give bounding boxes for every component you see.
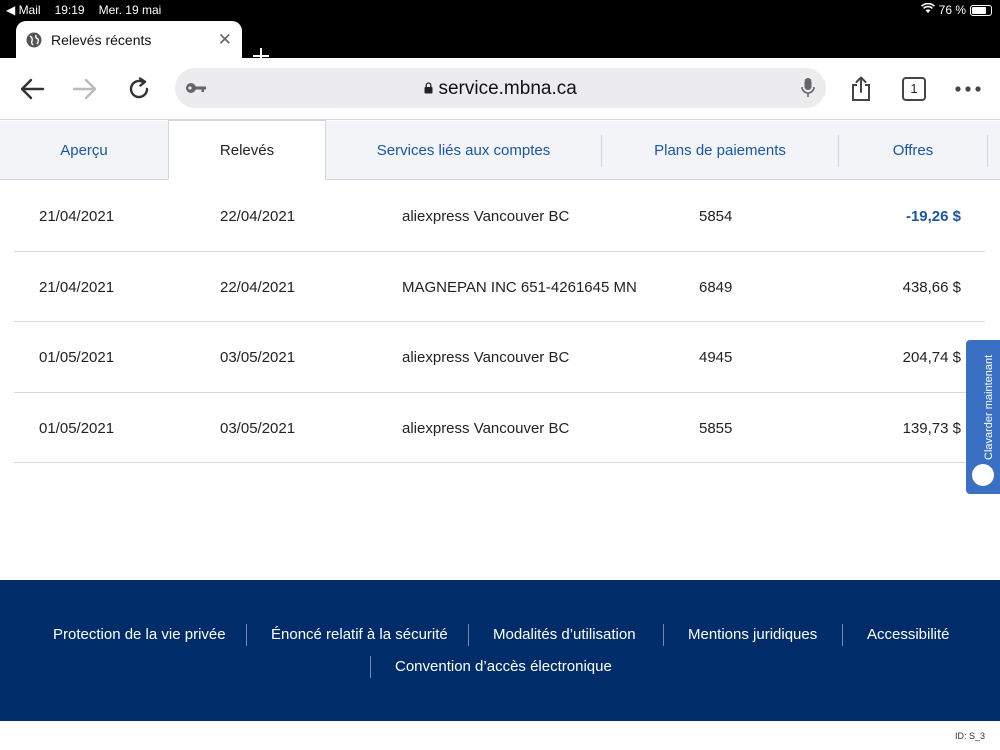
posting-date: 22/04/2021 [220,208,296,225]
table-row[interactable]: 21/04/2021 22/04/2021 MAGNEPAN INC 651-4… [14,252,985,322]
footer-link-security[interactable]: Énoncé relatif à la sécurité [271,626,448,643]
transaction-amount: -19,26 $ [905,208,961,225]
status-date: Mer. 19 mai [98,3,162,17]
transaction-description: aliexpress Vancouver BC [402,349,570,366]
url-display[interactable]: service.mbna.ca [175,78,826,100]
url-text: service.mbna.ca [438,78,577,99]
table-row[interactable]: 01/05/2021 03/05/2021 aliexpress Vancouv… [14,322,985,393]
footer-divider [663,624,664,646]
footer-link-accessibility[interactable]: Accessibilité [867,626,950,643]
tab-offres[interactable]: Offres [839,121,987,180]
site-navigation: Aperçu Relevés Services liés aux comptes… [0,120,1000,180]
transaction-reference: 5854 [699,208,733,225]
browser-tab[interactable]: Relevés récents ✕ [16,21,242,58]
transaction-description: aliexpress Vancouver BC [402,419,570,437]
footer-divider [468,624,469,646]
chat-now-label: Clavarder maintenant [983,354,995,460]
back-to-app-link[interactable]: ◀ Mail [6,3,41,17]
transaction-reference: 5855 [699,419,733,437]
tab-apercu[interactable]: Aperçu [0,121,168,180]
nav-divider [987,135,988,167]
transaction-reference: 4945 [699,349,733,366]
transaction-date: 01/05/2021 [39,419,115,437]
close-tab-icon[interactable]: ✕ [218,30,232,50]
wifi-icon [920,2,935,17]
tab-services-lies-aux-comptes[interactable]: Services liés aux comptes [326,121,601,180]
back-arrow-icon[interactable] [17,75,47,103]
browser-tab-title: Relevés récents [51,31,152,48]
footer-link-electronic-access[interactable]: Convention d’accès électronique [395,658,612,675]
address-bar[interactable]: service.mbna.ca [175,68,826,108]
transaction-reference: 6849 [699,278,733,296]
posting-date: 03/05/2021 [220,349,296,366]
tabs-overview-button[interactable]: 1 [902,77,926,101]
microphone-icon[interactable] [800,77,816,104]
footer-divider [246,624,247,646]
tab-plans-de-paiements[interactable]: Plans de paiements [602,121,838,180]
tab-releves[interactable]: Relevés [168,120,326,180]
posting-date: 22/04/2021 [220,278,296,296]
table-row[interactable]: 21/04/2021 22/04/2021 aliexpress Vancouv… [14,181,985,252]
transaction-amount: 438,66 $ [902,278,961,296]
status-bar: ◀ Mail 19:19 Mer. 19 mai 76 % [0,0,1000,20]
chat-bubble-icon [972,464,994,486]
footer-divider [842,624,843,646]
transaction-date: 21/04/2021 [39,278,115,296]
chat-now-button[interactable]: Clavarder maintenant [966,340,1000,494]
browser-toolbar: service.mbna.ca 1 [0,58,1000,120]
transaction-date: 21/04/2021 [39,208,115,225]
transaction-amount: 139,73 $ [902,419,961,437]
table-row[interactable]: 01/05/2021 03/05/2021 aliexpress Vancouv… [14,393,985,463]
footer-link-legal[interactable]: Mentions juridiques [688,626,817,643]
footer-link-terms[interactable]: Modalités d’utilisation [493,626,636,643]
footer-link-privacy[interactable]: Protection de la vie privée [53,626,226,643]
reload-icon[interactable] [124,75,154,103]
transaction-description: aliexpress Vancouver BC [402,208,570,225]
bottom-strip: ID: S_3 [0,721,1000,750]
site-footer: Protection de la vie privée Énoncé relat… [0,580,1000,721]
globe-icon [26,32,42,48]
page-id: ID: S_3 [954,731,985,741]
battery-percent: 76 % [938,3,966,17]
transaction-description: MAGNEPAN INC 651-4261645 MN [402,278,637,296]
status-time: 19:19 [54,3,85,17]
share-icon[interactable] [846,75,876,103]
transaction-date: 01/05/2021 [39,349,115,366]
transactions-table: 21/04/2021 22/04/2021 aliexpress Vancouv… [14,181,985,463]
forward-arrow-icon[interactable] [70,75,100,103]
footer-divider [370,656,371,678]
battery-icon [970,4,992,16]
posting-date: 03/05/2021 [220,419,296,437]
more-options-icon[interactable] [953,75,983,103]
lock-icon [424,78,438,99]
browser-tab-strip: Relevés récents ✕ [0,20,1000,64]
transaction-amount: 204,74 $ [902,349,961,366]
